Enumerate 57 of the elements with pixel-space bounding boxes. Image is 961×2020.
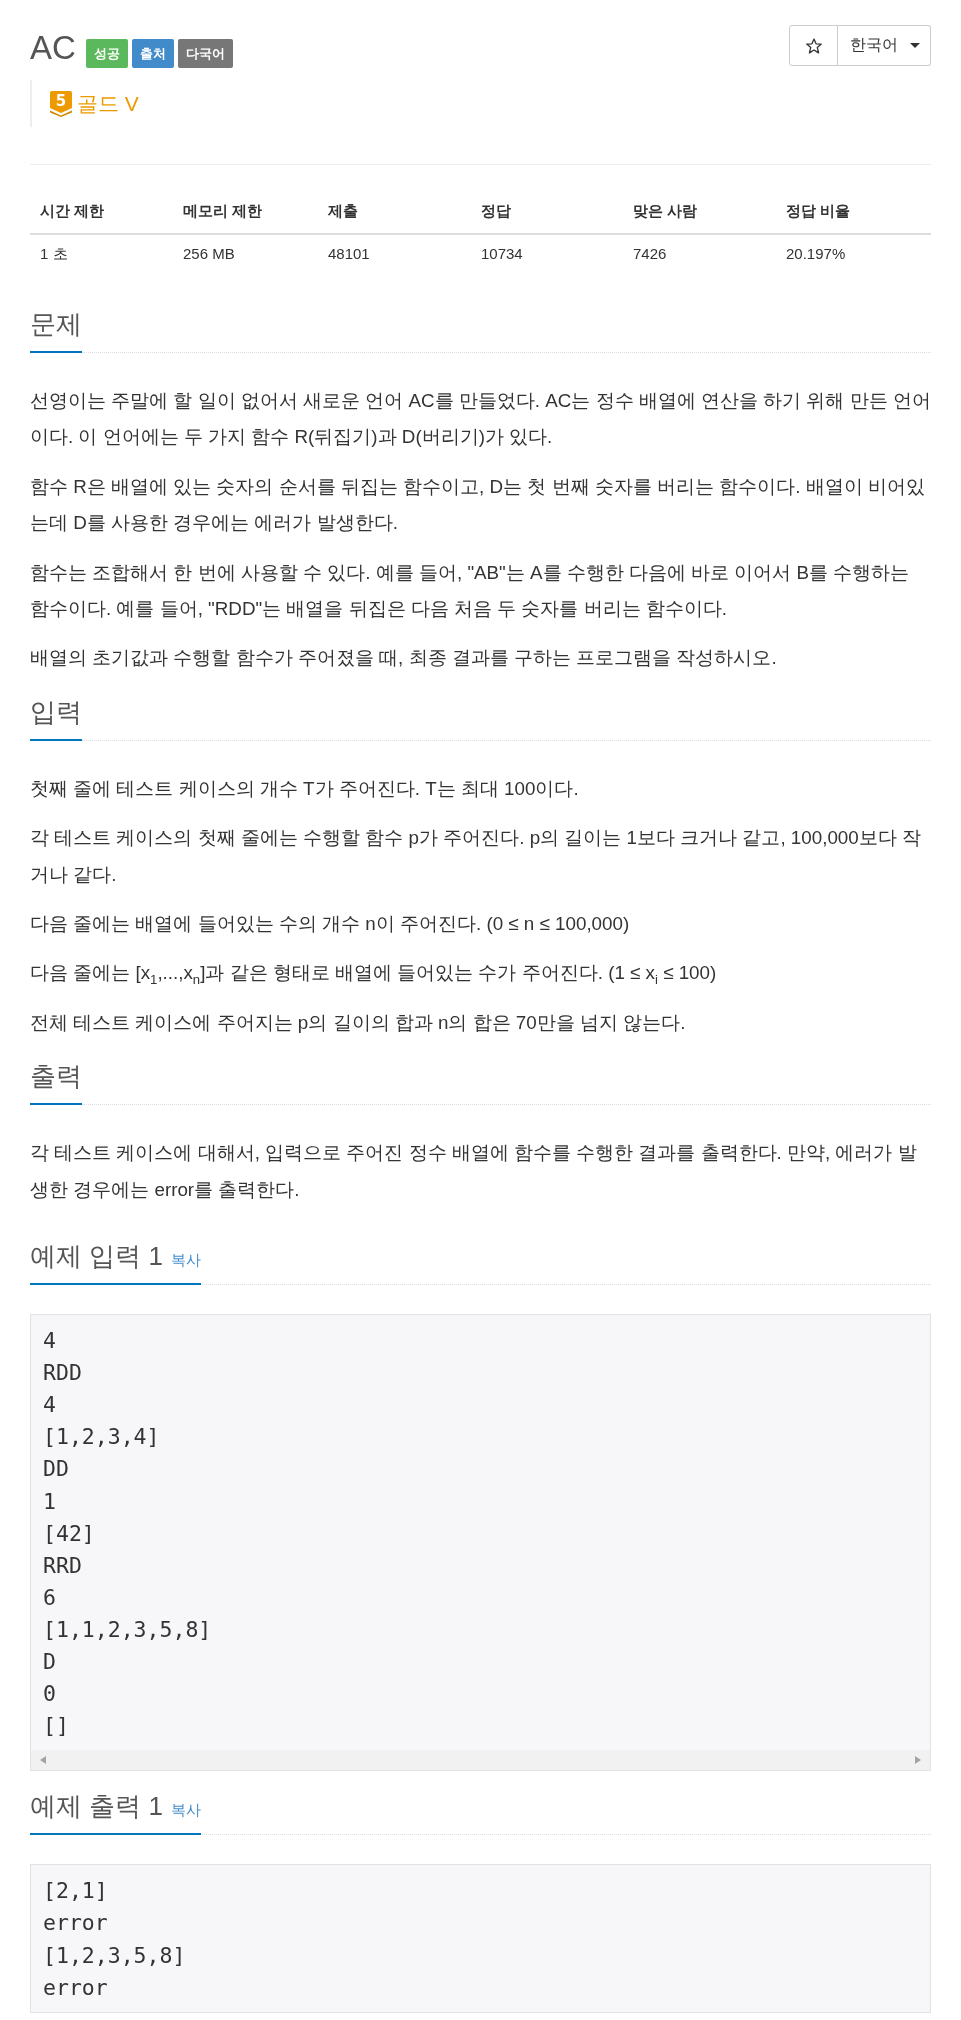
code-line: DD — [43, 1455, 70, 1484]
paragraph-text: 함수는 조합해서 한 번에 사용할 수 있다. 예를 들어, "AB"는 A를 수행한 다음에 바로 이어서 B를 수행하는 함수이다. 예를 들어, "RDD"는 배열을 뒤집은 다음 처음 두 숫자를 버리는 함수이다. — [30, 560, 911, 622]
problem-tag[interactable]: 성공 — [85, 39, 128, 68]
problem-tag[interactable]: 다국어 — [177, 39, 233, 68]
code-line: [1,2,3,4] — [43, 1423, 161, 1452]
paragraph-text: 각 테스트 케이스에 대해서, 입력으로 주어진 정수 배열에 함수를 수행한 결과를 출력한다. 만약, 에러가 발생한 경우에는 error를 출력한다. — [30, 1141, 918, 1202]
code-line: D — [43, 1648, 57, 1677]
problem-tag[interactable]: 출처 — [131, 39, 174, 68]
caret-icon — [910, 43, 920, 48]
code-line: [2,1] — [43, 1877, 109, 1906]
table-header-cell: 정답 — [471, 189, 623, 234]
table-cell: 256 MB — [173, 234, 318, 273]
code-line: 4 — [43, 1391, 57, 1420]
code-line: [1,2,3,5,8] — [43, 1941, 187, 1970]
paragraph-text: 다음 줄에는 배열에 들어있는 수의 개수 n이 주어진다. (0 ≤ n ≤ 100,000) — [30, 912, 631, 937]
code-line: 6 — [43, 1583, 57, 1612]
paragraph-text: 첫째 줄에 테스트 케이스의 개수 T가 주어진다. T는 최대 100이다. — [30, 776, 580, 801]
table-cell: 1 초 — [30, 234, 173, 273]
code-line: [] — [43, 1712, 70, 1741]
section-heading: 출력 — [30, 1060, 82, 1094]
section-heading: 예제 입력 1 — [30, 1240, 163, 1274]
copy-link[interactable]: 복사 — [170, 1801, 201, 1821]
section-heading: 예제 출력 1 — [30, 1790, 163, 1824]
paragraph-text: 다음 줄에는 [x$_{1}$,...,x$_{n}$]과 같은 형태로 배열에 들어있는 수가 주어진다. (1 ≤ x$_{i}$ ≤ 100) — [30, 961, 718, 990]
paragraph-text: 각 테스트 케이스의 첫째 줄에는 수행할 함수 p가 주어진다. p의 길이는 1보다 크거나 같고, 100,000보다 작거나 같다. — [30, 826, 922, 887]
table-header-cell: 메모리 제한 — [173, 189, 318, 234]
paragraph-text: 전체 테스트 케이스에 주어지는 p의 길이의 합과 n의 합은 70만을 넘지 않는다. — [30, 1010, 687, 1035]
language-dropdown[interactable]: 한국어 — [838, 25, 931, 66]
scroll-right-icon[interactable] — [915, 1756, 921, 1765]
horizontal-scrollbar[interactable] — [31, 1750, 930, 1771]
code-line: [1,1,2,3,5,8] — [43, 1615, 213, 1644]
table-cell: 20.197% — [776, 234, 931, 273]
code-line: error — [43, 1909, 109, 1938]
code-line: RDD — [43, 1359, 83, 1388]
section-heading: 입력 — [30, 695, 82, 729]
favorite-button[interactable] — [789, 25, 838, 66]
table-cell: 48101 — [318, 234, 471, 273]
table-header-cell: 정답 비율 — [776, 189, 931, 234]
code-line: [42] — [43, 1519, 96, 1548]
table-cell: 10734 — [471, 234, 623, 273]
code-line: 0 — [43, 1680, 57, 1709]
problem-title: AC — [30, 28, 76, 68]
table-header-cell: 제출 — [318, 189, 471, 234]
table-header-cell: 시간 제한 — [30, 189, 173, 234]
table-cell: 7426 — [623, 234, 776, 273]
section-heading: 문제 — [30, 308, 82, 341]
scroll-left-icon[interactable] — [40, 1756, 46, 1765]
code-line: RRD — [43, 1551, 83, 1580]
code-line: error — [43, 1973, 109, 2002]
code-line: 1 — [43, 1487, 57, 1516]
code-line: 4 — [43, 1327, 57, 1356]
paragraph-text: 선영이는 주말에 할 일이 없어서 새로운 언어 AC를 만들었다. AC는 정수 배열에 연산을 하기 위해 만든 언어이다. 이 언어에는 두 가지 함수 R(뒤집기)과 D(버리기)가 있다. — [30, 389, 931, 450]
paragraph-text: 함수 R은 배열에 있는 숫자의 순서를 뒤집는 함수이고, D는 첫 번째 숫자를 버리는 함수이다. 배열이 비어있는데 D를 사용한 경우에는 에러가 발생한다. — [30, 474, 926, 536]
tier-name: 골드 V — [77, 90, 139, 117]
table-header-cell: 맞은 사람 — [623, 189, 776, 234]
paragraph-text: 배열의 초기값과 수행할 함수가 주어졌을 때, 최종 결과를 구하는 프로그램을 작성하시오. — [30, 646, 778, 671]
copy-link[interactable]: 복사 — [170, 1251, 201, 1271]
